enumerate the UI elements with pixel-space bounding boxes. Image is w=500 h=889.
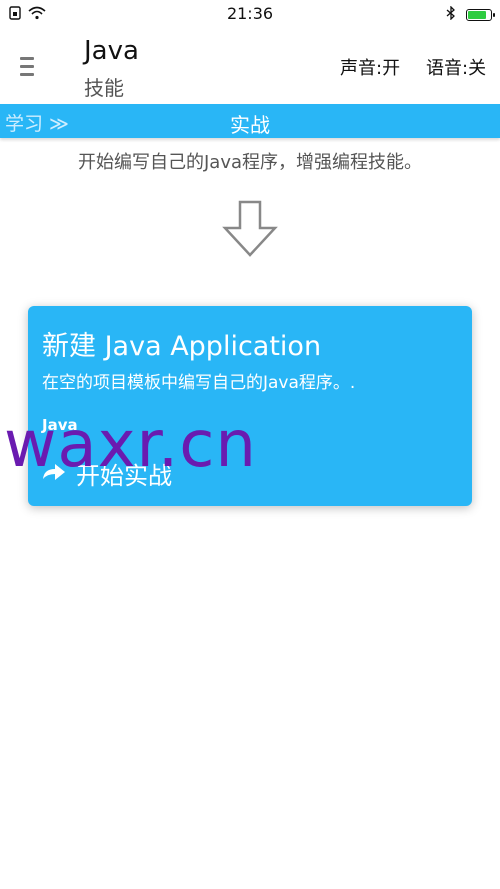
page-subtitle: 技能: [84, 76, 124, 100]
app-header: Java 技能 声音:开 语音:关: [0, 28, 500, 104]
tab-practice: 实战: [230, 113, 270, 137]
page-title: Java: [84, 36, 139, 66]
card-title: 新建 Java Application: [42, 331, 322, 362]
battery-icon: [466, 8, 495, 21]
voice-toggle[interactable]: 语音:关: [426, 54, 486, 80]
menu-icon[interactable]: [20, 50, 48, 82]
status-bar: 21:36: [0, 0, 500, 28]
watermark: waxr.cn: [4, 408, 257, 482]
status-time: 21:36: [226, 4, 274, 23]
section-description: 开始编写自己的Java程序，增强编程技能。: [77, 152, 423, 173]
card-description: 在空的项目模板中编写自己的Java程序。.: [42, 373, 356, 393]
bluetooth-icon: [446, 5, 456, 24]
tab-bar: 学习 ≫ 实战: [0, 104, 500, 138]
arrow-down-icon: [222, 200, 278, 258]
sound-toggle[interactable]: 声音:开: [340, 54, 400, 80]
